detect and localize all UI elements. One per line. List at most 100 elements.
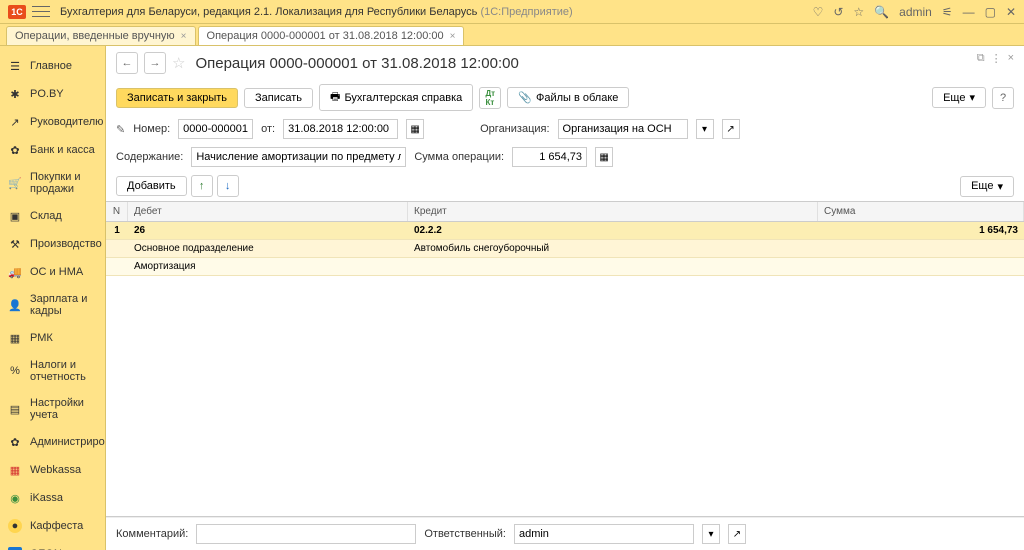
grid-more-button[interactable]: Еще ▾ — [960, 176, 1014, 197]
favorite-icon[interactable]: ☆ — [172, 54, 185, 72]
close-tab-icon[interactable]: × — [181, 31, 187, 42]
hamburger-icon[interactable] — [32, 5, 50, 19]
forward-button[interactable]: → — [144, 52, 166, 74]
sidebar-item[interactable]: ✱ PO.BY — [0, 80, 105, 108]
dt-kt-button[interactable]: ДтКт — [479, 87, 501, 109]
table-row[interactable]: Основное подразделениеАвтомобиль снегоуб… — [106, 240, 1024, 258]
save-close-button[interactable]: Записать и закрыть — [116, 88, 238, 108]
back-button[interactable]: ← — [116, 52, 138, 74]
sidebar-label: Webkassa — [30, 464, 81, 476]
org-label: Организация: — [480, 123, 549, 135]
close-doc-icon[interactable]: × — [1008, 52, 1014, 65]
close-tab-icon[interactable]: × — [450, 31, 456, 42]
accounting-ref-button[interactable]: 🖶 Бухгалтерская справка — [319, 84, 473, 111]
comment-input[interactable] — [196, 524, 416, 544]
table-row[interactable]: 12602.2.21 654,73 — [106, 222, 1024, 240]
comment-label: Комментарий: — [116, 528, 188, 540]
options-icon[interactable]: ⚟ — [942, 5, 953, 19]
sidebar-icon: ▦ — [8, 463, 22, 477]
table-row[interactable]: Амортизация — [106, 258, 1024, 276]
sidebar-icon: ● — [8, 519, 22, 533]
add-row-button[interactable]: Добавить — [116, 176, 187, 196]
from-label: от: — [261, 123, 275, 135]
sidebar-label: Руководителю — [30, 116, 103, 128]
sidebar-item[interactable]: ✿Администрирование — [0, 428, 105, 456]
sidebar-item[interactable]: ▣Склад — [0, 202, 105, 230]
search-icon[interactable]: 🔍 — [874, 5, 889, 19]
sidebar-icon: ▦ — [8, 331, 22, 345]
sidebar-item[interactable]: 🛒 Покупки и продажи — [0, 164, 105, 202]
move-down-button[interactable]: ↓ — [217, 175, 239, 197]
sidebar-item[interactable]: 🚚ОС и НМА — [0, 258, 105, 286]
chevron-down-icon: ▾ — [997, 180, 1003, 193]
cell-s: 1 654,73 — [818, 222, 1024, 239]
col-sum[interactable]: Сумма — [818, 202, 1024, 221]
sidebar-label: Зарплата и кадры — [30, 293, 97, 317]
sidebar-item[interactable]: ↗Руководителю — [0, 108, 105, 136]
tabbar: Операции, введенные вручную× Операция 00… — [0, 24, 1024, 46]
date-input[interactable] — [283, 119, 398, 139]
sidebar-label: PO.BY — [30, 88, 64, 100]
history-icon[interactable]: ↺ — [833, 5, 843, 19]
calc-icon[interactable]: ▦ — [595, 147, 613, 167]
menu-icon[interactable]: ⋮ — [991, 52, 1002, 65]
content: ← → ☆ Операция 0000-000001 от 31.08.2018… — [106, 46, 1024, 550]
descr-input[interactable] — [191, 147, 406, 167]
cell-s — [818, 258, 1024, 275]
save-button[interactable]: Записать — [244, 88, 313, 108]
star-icon[interactable]: ☆ — [853, 5, 864, 19]
sidebar-item[interactable]: ⚒Производство — [0, 230, 105, 258]
sidebar-icon: ✿ — [8, 435, 22, 449]
link-icon[interactable]: ⧉ — [977, 52, 985, 65]
sidebar-item[interactable]: %Налоги и отчетность — [0, 352, 105, 390]
files-button[interactable]: 📎 Файлы в облаке — [507, 87, 629, 108]
user-label[interactable]: admin — [899, 5, 932, 19]
select-org-button[interactable]: ▾ — [696, 119, 714, 139]
col-credit[interactable]: Кредит — [408, 202, 818, 221]
sidebar-item[interactable]: ◉iKassa — [0, 484, 105, 512]
sidebar-icon: ⚒ — [8, 237, 22, 251]
help-button[interactable]: ? — [992, 87, 1014, 109]
sidebar-item[interactable]: ozOZON — [0, 540, 105, 550]
sidebar-label: Покупки и продажи — [30, 171, 97, 195]
select-resp-button[interactable]: ▾ — [702, 524, 720, 544]
col-debit[interactable]: Дебет — [128, 202, 408, 221]
sidebar-item[interactable]: ●Каффеста — [0, 512, 105, 540]
org-input[interactable] — [558, 119, 688, 139]
cell-d: 26 — [128, 222, 408, 239]
sidebar-icon: 🛒 — [8, 176, 22, 190]
sidebar-item[interactable]: ☰Главное — [0, 52, 105, 80]
sidebar-label: ОС и НМА — [30, 266, 83, 278]
sidebar-icon: ✿ — [8, 143, 22, 157]
maximize-icon[interactable]: ▢ — [985, 5, 996, 19]
move-up-button[interactable]: ↑ — [191, 175, 213, 197]
cell-d: Амортизация — [128, 258, 408, 275]
tab-operations-list[interactable]: Операции, введенные вручную× — [6, 26, 196, 45]
bell-icon[interactable]: ♡ — [813, 5, 824, 19]
logo-1c: 1C — [8, 5, 26, 19]
sidebar-item[interactable]: 👤Зарплата и кадры — [0, 286, 105, 324]
resp-input[interactable] — [514, 524, 694, 544]
calendar-icon[interactable]: ▦ — [406, 119, 424, 139]
sidebar-item[interactable]: ▦ Webkassa — [0, 456, 105, 484]
sidebar-item[interactable]: ▦ РМК — [0, 324, 105, 352]
sidebar-item[interactable]: ✿ Банк и касса — [0, 136, 105, 164]
sum-input[interactable] — [512, 147, 587, 167]
sidebar-label: iKassa — [30, 492, 63, 504]
tab-operation-doc[interactable]: Операция 0000-000001 от 31.08.2018 12:00… — [198, 26, 465, 45]
open-resp-button[interactable]: ↗ — [728, 524, 746, 544]
cell-k: Автомобиль снегоуборочный — [408, 240, 818, 257]
close-icon[interactable]: ✕ — [1006, 5, 1016, 19]
sidebar-item[interactable]: ▤Настройки учета — [0, 390, 105, 428]
sum-label: Сумма операции: — [414, 151, 504, 163]
sidebar-label: Банк и касса — [30, 144, 95, 156]
grid-header: N Дебет Кредит Сумма — [106, 202, 1024, 222]
sidebar-icon: ✱ — [8, 87, 22, 101]
open-org-button[interactable]: ↗ — [722, 119, 740, 139]
more-button[interactable]: Еще ▾ — [932, 87, 986, 108]
sidebar-label: РМК — [30, 332, 53, 344]
cell-n: 1 — [106, 222, 128, 239]
col-n[interactable]: N — [106, 202, 128, 221]
minimize-icon[interactable]: — — [963, 5, 975, 19]
number-input[interactable] — [178, 119, 253, 139]
